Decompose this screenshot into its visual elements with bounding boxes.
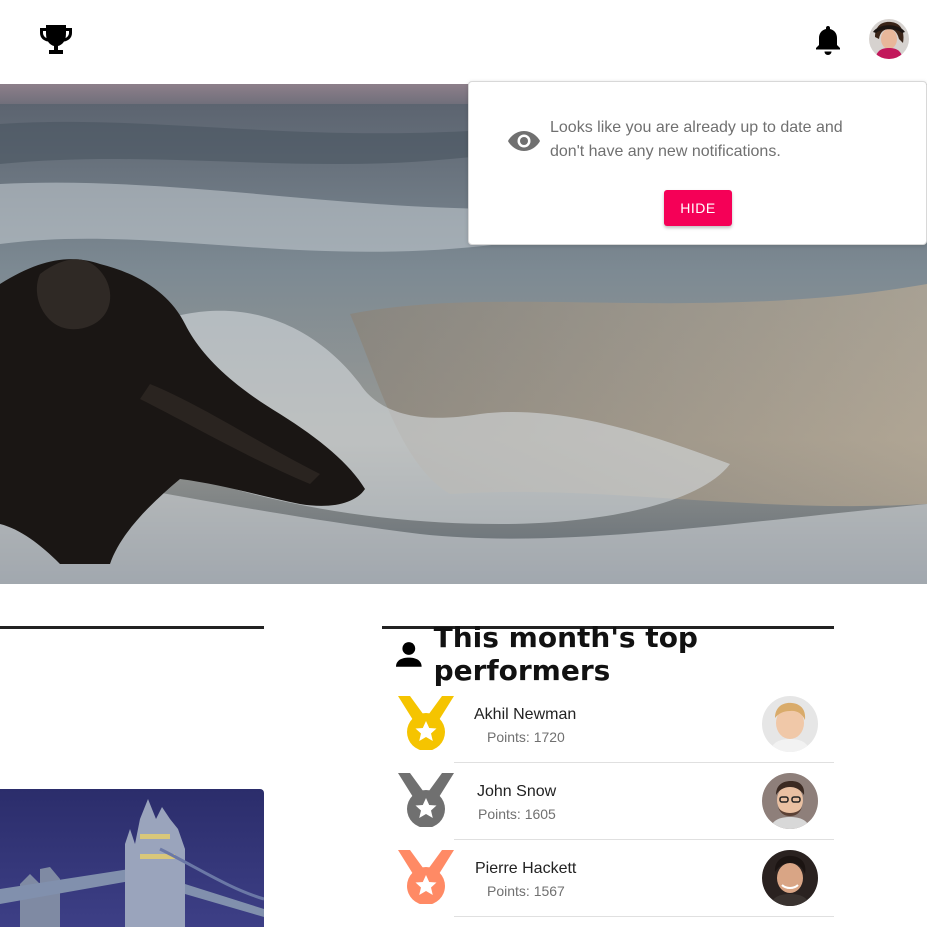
- bell-icon[interactable]: [814, 24, 842, 56]
- performer-row[interactable]: Akhil Newman Points: 1720: [382, 686, 834, 763]
- performer-row[interactable]: John Snow Points: 1605: [382, 763, 834, 840]
- row-divider: [454, 916, 834, 917]
- performer-points: Points: 1605: [478, 806, 556, 822]
- top-app-bar: [0, 0, 927, 84]
- avatar: [762, 850, 818, 906]
- eye-icon: [508, 131, 540, 151]
- notification-message: Looks like you are already up to date an…: [550, 119, 843, 160]
- performer-row[interactable]: Pierre Hackett Points: 1567: [382, 840, 834, 917]
- gold-medal-icon: [398, 696, 454, 750]
- avatar: [762, 773, 818, 829]
- notification-popup: Looks like you are already up to date an…: [468, 81, 927, 245]
- section-divider: [0, 626, 264, 629]
- performer-name: John Snow: [477, 783, 557, 800]
- performer-name: Akhil Newman: [474, 706, 577, 723]
- performer-name: Pierre Hackett: [475, 860, 577, 877]
- bronze-medal-icon: [398, 850, 454, 904]
- hide-button[interactable]: HIDE: [664, 190, 732, 226]
- bridge-image[interactable]: [0, 789, 264, 927]
- performer-points: Points: 1567: [487, 883, 565, 899]
- performer-points: Points: 1720: [487, 729, 565, 745]
- silver-medal-icon: [398, 773, 454, 827]
- person-icon: [396, 642, 422, 667]
- top-performers-header: This month's top performers: [396, 621, 846, 687]
- user-avatar[interactable]: [869, 19, 909, 59]
- avatar: [762, 696, 818, 752]
- section-title: This month's top performers: [433, 621, 698, 687]
- trophy-icon[interactable]: [38, 22, 74, 58]
